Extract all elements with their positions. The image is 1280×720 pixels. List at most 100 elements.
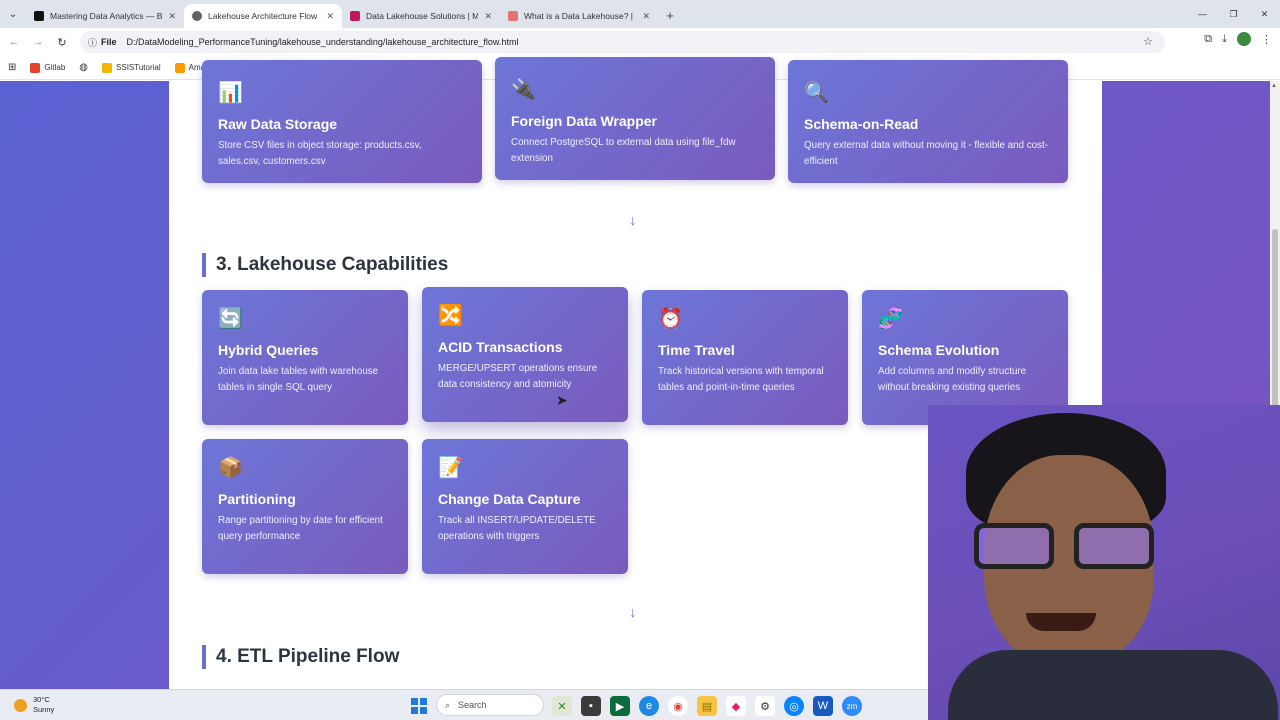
gitlab-icon: [30, 62, 41, 73]
scroll-thumb[interactable]: [1272, 229, 1278, 434]
close-tab-icon[interactable]: ✕: [326, 11, 334, 22]
card-change-data-capture[interactable]: 📝 Change Data Capture Track all INSERT/U…: [422, 439, 628, 574]
file-explorer-icon[interactable]: ▤: [697, 696, 717, 716]
chrome-icon[interactable]: ◉: [668, 696, 688, 716]
tab-title: Mastering Data Analytics — Be: [50, 11, 163, 21]
forward-icon[interactable]: →: [26, 36, 50, 48]
windows-start-icon[interactable]: [411, 698, 427, 714]
card-title: Schema Evolution: [878, 342, 1000, 358]
tab-mastering-data-analytics[interactable]: Mastering Data Analytics — Be ✕: [26, 4, 184, 28]
task-view-icon[interactable]: ▪: [581, 696, 601, 716]
scroll-up-icon[interactable]: ▲: [1271, 83, 1277, 89]
power-automate-icon[interactable]: ◆: [726, 696, 746, 716]
reload-icon[interactable]: ↻: [50, 36, 74, 49]
new-tab-button[interactable]: +: [658, 8, 682, 23]
window-controls: — ❐ ✕: [1187, 0, 1280, 28]
weather-widget[interactable]: 30°C Sunny: [14, 695, 54, 715]
card-description: Add columns and modify structure without…: [878, 366, 1027, 393]
taskbar-search[interactable]: ⌕ Search: [436, 694, 544, 716]
address-bar[interactable]: ⓘ File D:/DataModeling_PerformanceTuning…: [80, 31, 1165, 53]
url-text[interactable]: D:/DataModeling_PerformanceTuning/lakeho…: [127, 37, 519, 47]
tab-title: Data Lakehouse Solutions | Mi: [366, 11, 479, 21]
weather-temperature: 30°C: [33, 695, 50, 704]
apps-grid-icon[interactable]: ⊞: [8, 62, 16, 73]
aws-icon: [174, 62, 185, 73]
edge-icon[interactable]: e: [639, 696, 659, 716]
search-placeholder: Search: [458, 700, 487, 710]
sun-icon: [14, 698, 27, 712]
card-description: Store CSV files in object storage: produ…: [218, 140, 422, 167]
tab-search-icon[interactable]: ⌄: [0, 0, 26, 28]
tab-what-is-data-lakehouse[interactable]: What is a Data Lakehouse? | Da ✕: [500, 4, 658, 28]
ssis-icon: [102, 62, 113, 73]
card-acid-transactions[interactable]: 🔀 ACID Transactions MERGE/UPSERT operati…: [422, 287, 628, 422]
browser-icon[interactable]: ◎: [784, 696, 804, 716]
tab-lakehouse-architecture-flow[interactable]: Lakehouse Architecture Flow ✕: [184, 4, 342, 28]
presenter-glasses: [974, 523, 1164, 571]
card-title: Change Data Capture: [438, 491, 581, 507]
tab-strip: ⌄ Mastering Data Analytics — Be ✕ Lakeho…: [0, 0, 1280, 28]
site-favicon-icon: [350, 11, 360, 21]
close-window-icon[interactable]: ✕: [1249, 0, 1280, 28]
card-foreign-data-wrapper[interactable]: 🔌 Foreign Data Wrapper Connect PostgreSQ…: [495, 57, 775, 180]
presenter-mouth: [1026, 613, 1096, 631]
card-time-travel[interactable]: ⏰ Time Travel Track historical versions …: [642, 290, 848, 425]
card-title: Raw Data Storage: [218, 116, 338, 132]
bookmark-ssistutorial[interactable]: SSISTutorial: [102, 62, 161, 73]
download-icon[interactable]: ⤓: [1222, 33, 1227, 46]
settings-icon[interactable]: ⚙: [755, 696, 775, 716]
close-tab-icon[interactable]: ✕: [168, 11, 176, 22]
card-description: Track all INSERT/UPDATE/DELETE operation…: [438, 515, 596, 542]
card-title: Schema-on-Read: [804, 116, 919, 132]
globe-icon[interactable]: ◍: [79, 62, 88, 73]
card-raw-data-storage[interactable]: 📊 Raw Data Storage Store CSV files in ob…: [202, 60, 482, 183]
card-title: Foreign Data Wrapper: [511, 113, 657, 129]
card-description: Join data lake tables with warehouse tab…: [218, 366, 379, 393]
extensions-icon[interactable]: ⧉: [1204, 33, 1212, 46]
profile-avatar[interactable]: [1237, 32, 1251, 46]
mouse-cursor-icon: ➤: [556, 392, 568, 408]
card-description: Query external data without moving it - …: [804, 140, 1048, 167]
close-tab-icon[interactable]: ✕: [484, 11, 492, 22]
refresh-icon: 🔄: [218, 308, 243, 330]
card-description: Connect PostgreSQL to external data usin…: [511, 137, 736, 164]
terminal-icon[interactable]: ▶: [610, 696, 630, 716]
minimize-icon[interactable]: —: [1187, 0, 1218, 28]
medium-favicon-icon: [34, 11, 44, 21]
site-favicon-icon: [508, 11, 518, 21]
card-partitioning[interactable]: 📦 Partitioning Range partitioning by dat…: [202, 439, 408, 574]
pinned-apps: ✕ ▪ ▶ e ◉ ▤ ◆ ⚙ ◎ W zm: [552, 696, 862, 716]
bookmark-label: Gitlab: [44, 63, 66, 72]
info-icon[interactable]: ⓘ: [88, 36, 97, 49]
tab-data-lakehouse-solutions[interactable]: Data Lakehouse Solutions | Mi ✕: [342, 4, 500, 28]
bookmark-label: SSISTutorial: [116, 63, 161, 72]
flow-arrow-down: ↓: [629, 212, 637, 229]
card-title: Time Travel: [658, 342, 735, 358]
weather-description: Sunny: [33, 705, 55, 714]
zoom-icon[interactable]: zm: [842, 696, 862, 716]
card-description: Track historical versions with temporal …: [658, 366, 824, 393]
section-title-etl-pipeline-flow: 4. ETL Pipeline Flow: [202, 645, 399, 669]
close-tab-icon[interactable]: ✕: [642, 11, 650, 22]
xbox-icon[interactable]: ✕: [552, 696, 572, 716]
toolbar-actions: ⧉ ⤓ ⋮: [1204, 32, 1272, 46]
card-hybrid-queries[interactable]: 🔄 Hybrid Queries Join data lake tables w…: [202, 290, 408, 425]
restore-icon[interactable]: ❐: [1218, 0, 1249, 28]
word-icon[interactable]: W: [813, 696, 833, 716]
magnifier-icon: 🔍: [804, 82, 829, 104]
flow-arrow-down: ↓: [629, 604, 637, 621]
memo-icon: 📝: [438, 457, 463, 479]
tab-title: Lakehouse Architecture Flow: [208, 11, 318, 21]
card-description: Range partitioning by date for efficient…: [218, 515, 383, 542]
address-toolbar: ← → ↻ ⓘ File D:/DataModeling_Performance…: [0, 28, 1280, 56]
card-schema-on-read[interactable]: 🔍 Schema-on-Read Query external data wit…: [788, 60, 1068, 183]
card-title: Hybrid Queries: [218, 342, 319, 358]
globe-favicon-icon: [192, 11, 202, 21]
menu-icon[interactable]: ⋮: [1261, 33, 1272, 46]
bookmark-star-icon[interactable]: ☆: [1143, 35, 1153, 48]
card-description: MERGE/UPSERT operations ensure data cons…: [438, 363, 598, 390]
presenter-shirt: [948, 650, 1278, 720]
back-icon[interactable]: ←: [2, 36, 26, 48]
bookmark-gitlab[interactable]: Gitlab: [30, 62, 66, 73]
card-title: ACID Transactions: [438, 339, 563, 355]
